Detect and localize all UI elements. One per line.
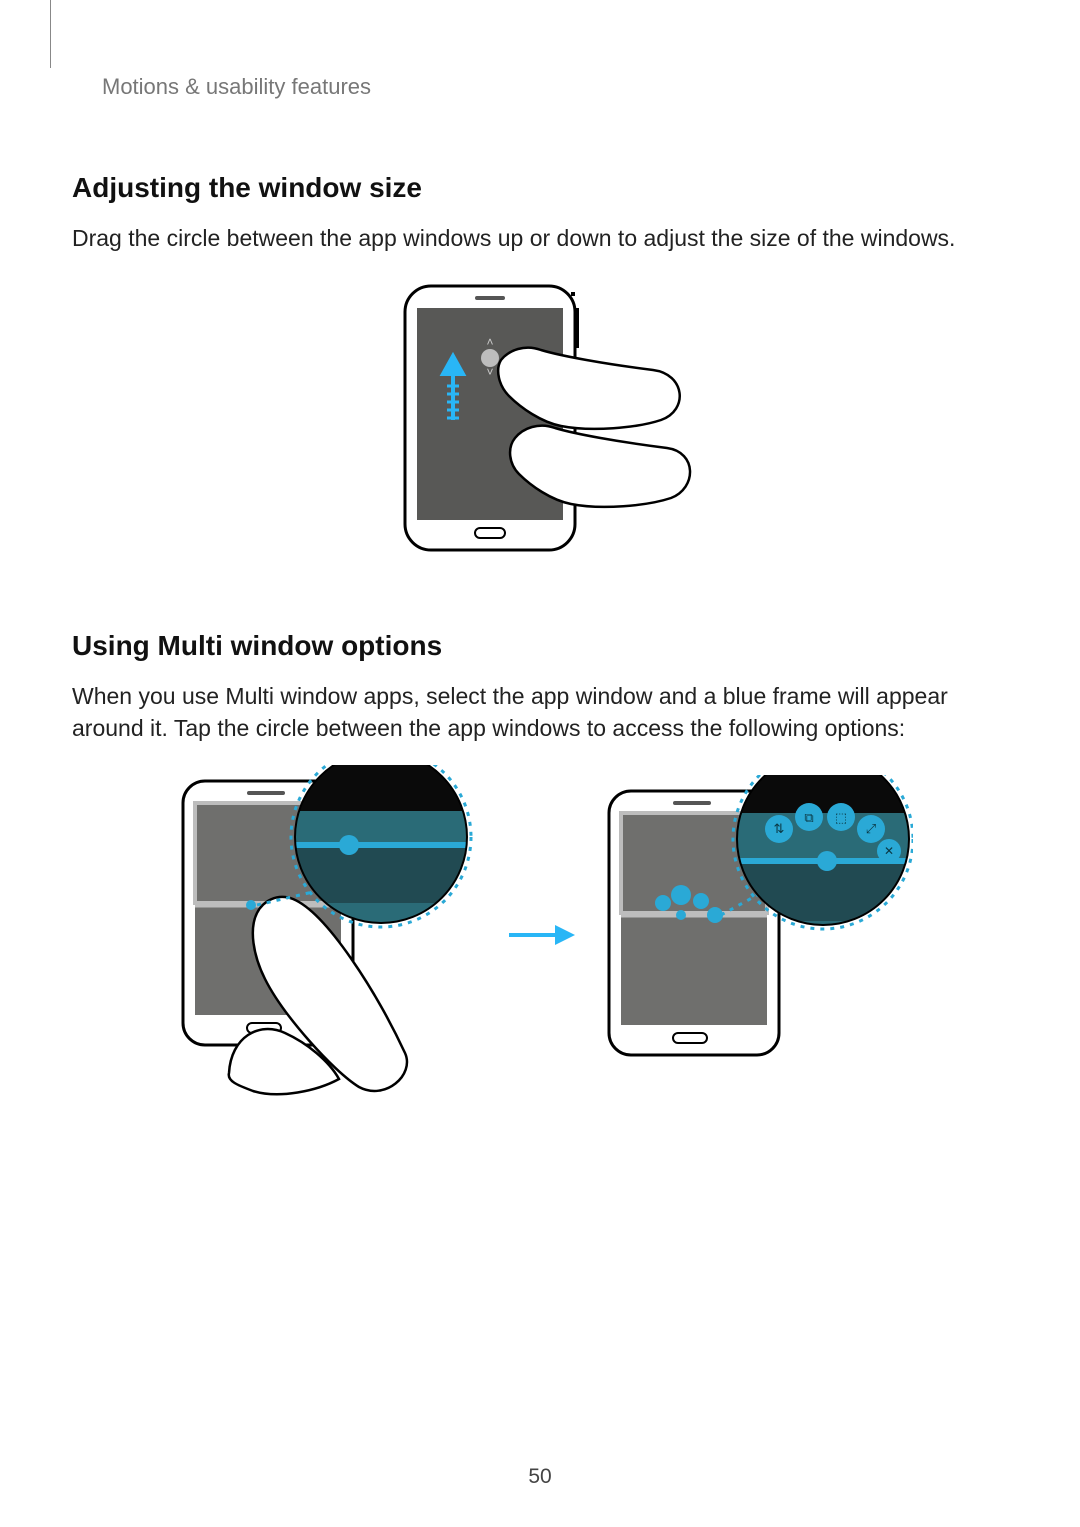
svg-text:⇅: ⇅ (774, 821, 785, 836)
figure-multiwindow-options: ⇅ ⧉ ⬚ ⤢ ✕ (72, 765, 1008, 1105)
section2-title: Using Multi window options (72, 630, 1008, 662)
svg-text:⧉: ⧉ (804, 810, 813, 825)
svg-text:✕: ✕ (884, 844, 894, 858)
svg-text:⬚: ⬚ (835, 810, 847, 825)
section1-title: Adjusting the window size (72, 172, 1008, 204)
figure-adjust-window: ˄ ˅ (72, 278, 1008, 558)
section2-body: When you use Multi window apps, select t… (72, 680, 1008, 744)
svg-text:⤢: ⤢ (866, 821, 876, 836)
arrow-right-icon (505, 915, 575, 955)
header-rule (50, 0, 51, 68)
breadcrumb: Motions & usability features (102, 74, 1008, 100)
section1-body: Drag the circle between the app windows … (72, 222, 1008, 254)
page-number: 50 (0, 1465, 1080, 1489)
svg-text:˅: ˅ (486, 365, 493, 379)
svg-text:˄: ˄ (486, 335, 493, 349)
